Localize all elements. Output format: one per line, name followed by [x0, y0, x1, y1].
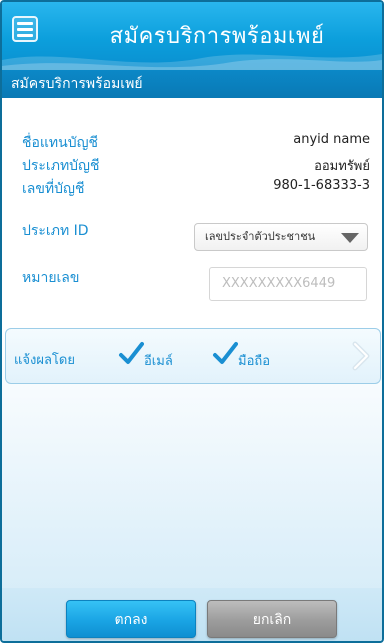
- id-type-label: ประเภท ID: [22, 223, 89, 239]
- checkmark-icon: [213, 342, 238, 364]
- id-number-row: หมายเลข XXXXXXXXX6449: [2, 267, 382, 303]
- notify-panel: แจ้งผลโดย อีเมล์ มือถือ: [5, 328, 381, 384]
- ok-button[interactable]: ตกลง: [66, 600, 196, 638]
- page-title: สมัครบริการพร้อมเพย์: [109, 24, 325, 49]
- header-bar: สมัครบริการพร้อมเพย์: [2, 2, 382, 70]
- notify-mobile-checkbox[interactable]: มือถือ: [212, 341, 292, 371]
- notify-mobile-label: มือถือ: [238, 354, 271, 369]
- id-number-label: หมายเลข: [22, 270, 80, 286]
- id-type-selected-value: เลขประจำตัวประชาชน: [205, 230, 316, 243]
- checkmark-icon: [119, 342, 144, 364]
- notify-label: แจ้งผลโดย: [14, 353, 75, 368]
- id-number-field[interactable]: XXXXXXXXX6449: [209, 267, 367, 301]
- hamburger-line: [17, 33, 33, 37]
- account-number-row: เลขที่บัญชี 980-1-68333-3: [2, 178, 382, 198]
- notify-email-label: อีเมล์: [144, 354, 173, 369]
- id-type-row: ประเภท ID เลขประจำตัวประชาชน: [2, 220, 382, 251]
- account-type-label: ประเภทบัญชี: [22, 158, 100, 174]
- account-number-label: เลขที่บัญชี: [22, 181, 85, 197]
- hamburger-line: [17, 27, 33, 31]
- hamburger-menu-icon: [17, 21, 33, 25]
- account-name-row: ชื่อแทนบัญชี anyid name: [2, 132, 382, 152]
- account-name-value: anyid name: [293, 132, 370, 147]
- account-type-row: ประเภทบัญชี ออมทรัพย์: [2, 155, 382, 175]
- account-number-value: 980-1-68333-3: [273, 178, 370, 193]
- action-bar: ตกลง ยกเลิก: [2, 588, 382, 641]
- cancel-button[interactable]: ยกเลิก: [207, 600, 337, 638]
- menu-button[interactable]: [12, 16, 38, 42]
- dropdown-caret-icon: [341, 233, 359, 243]
- app-window: สมัครบริการพร้อมเพย์ สมัครบริการพร้อมเพย…: [0, 0, 384, 643]
- chevron-right-icon[interactable]: [350, 341, 372, 371]
- notify-email-checkbox[interactable]: อีเมล์: [118, 341, 198, 371]
- section-title: สมัครบริการพร้อมเพย์: [2, 70, 382, 98]
- account-type-value: ออมทรัพย์: [314, 159, 370, 174]
- account-name-label: ชื่อแทนบัญชี: [22, 135, 99, 151]
- id-type-select[interactable]: เลขประจำตัวประชาชน: [194, 223, 368, 251]
